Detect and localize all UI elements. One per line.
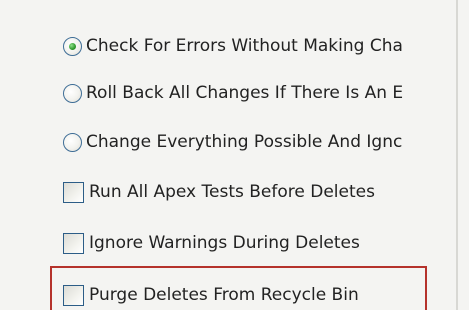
radio-change-everything[interactable] bbox=[63, 132, 82, 152]
checkbox-purge-recycle-bin[interactable] bbox=[63, 284, 84, 306]
radio-check-errors-option[interactable]: Check For Errors Without Making Cha bbox=[63, 33, 403, 59]
checkbox-purge-recycle-bin-option[interactable]: Purge Deletes From Recycle Bin bbox=[63, 282, 359, 308]
checkbox-ignore-warnings-label: Ignore Warnings During Deletes bbox=[89, 233, 360, 253]
radio-change-everything-option[interactable]: Change Everything Possible And Ignc bbox=[63, 129, 402, 155]
radio-roll-back-label: Roll Back All Changes If There Is An E bbox=[86, 83, 404, 103]
radio-change-everything-label: Change Everything Possible And Ignc bbox=[86, 132, 403, 152]
checkbox-purge-recycle-bin-label: Purge Deletes From Recycle Bin bbox=[89, 285, 359, 305]
deployment-options-panel: Check For Errors Without Making Cha Roll… bbox=[0, 0, 469, 310]
radio-selected-indicator bbox=[69, 42, 76, 50]
checkbox-run-apex-tests-option[interactable]: Run All Apex Tests Before Deletes bbox=[63, 179, 375, 205]
checkbox-ignore-warnings-option[interactable]: Ignore Warnings During Deletes bbox=[63, 230, 360, 256]
checkbox-ignore-warnings[interactable] bbox=[63, 232, 84, 254]
checkbox-run-apex-tests-label: Run All Apex Tests Before Deletes bbox=[89, 182, 375, 202]
radio-roll-back-option[interactable]: Roll Back All Changes If There Is An E bbox=[63, 80, 403, 106]
panel-edge bbox=[456, 0, 458, 310]
radio-check-errors[interactable] bbox=[63, 36, 82, 56]
radio-check-errors-label: Check For Errors Without Making Cha bbox=[86, 36, 403, 56]
radio-roll-back[interactable] bbox=[63, 83, 82, 103]
checkbox-run-apex-tests[interactable] bbox=[63, 181, 84, 203]
